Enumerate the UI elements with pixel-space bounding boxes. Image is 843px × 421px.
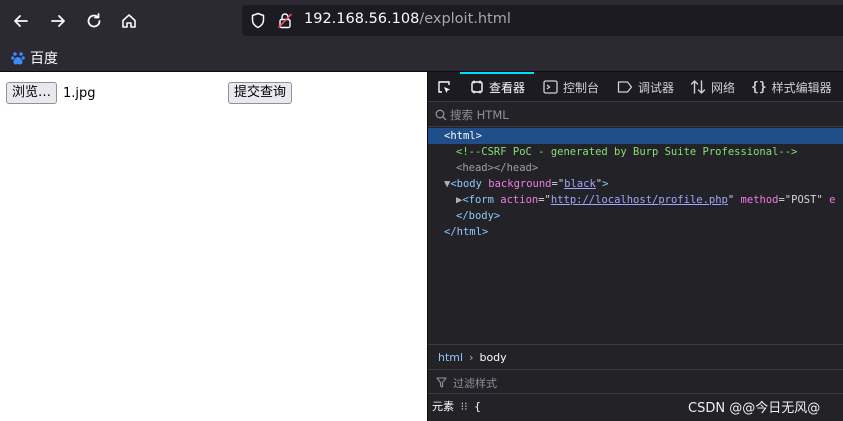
tab-style-editor[interactable]: {} 样式编辑器 [751, 72, 832, 102]
watermark: CSDN @@今日无风@ [688, 401, 821, 416]
tab-console[interactable]: 控制台 [543, 72, 599, 102]
rule-label: 元素 [432, 400, 454, 413]
breadcrumb: html › body [428, 344, 843, 370]
element-rule: 元素 ⁝⁝ { [432, 398, 481, 414]
console-icon [543, 80, 558, 94]
reload-button[interactable] [82, 9, 106, 33]
shield-icon[interactable] [250, 12, 266, 29]
devtools-panel: 查看器 控制台 调试器 网络 {} 样式编辑器 搜索 HTML <html> <… [427, 72, 843, 421]
rule-brace: { [474, 400, 481, 413]
filter-styles-input[interactable]: 过滤样式 [428, 372, 843, 394]
selected-file-name: 1.jpg [63, 86, 96, 101]
home-button[interactable] [117, 9, 141, 33]
browse-file-button[interactable]: 浏览… [6, 82, 58, 104]
bookmarks-bar: 百度 [0, 42, 843, 72]
tab-inspector[interactable]: 查看器 [470, 72, 525, 102]
tab-label: 网络 [711, 80, 736, 95]
breadcrumb-item-html[interactable]: html [438, 351, 463, 364]
bookmark-label: 百度 [30, 51, 58, 67]
baidu-paw-icon [10, 50, 26, 66]
tab-debugger[interactable]: 调试器 [617, 72, 674, 102]
back-button[interactable] [9, 9, 33, 33]
insecure-lock-icon[interactable] [277, 12, 293, 29]
url-host: 192.168.56.108 [304, 11, 420, 27]
url-path: /exploit.html [419, 11, 511, 27]
tree-node-html-close[interactable]: </html> [428, 224, 843, 240]
inspector-icon [471, 80, 483, 94]
url-bar[interactable]: 192.168.56.108/exploit.html [242, 5, 843, 36]
tree-node-html[interactable]: <html> [428, 128, 843, 144]
pick-element-button[interactable] [436, 72, 452, 102]
tab-label: 查看器 [489, 80, 526, 95]
tree-node-form[interactable]: ▶<form action="http://localhost/profile.… [428, 192, 843, 208]
tab-label: 调试器 [638, 80, 675, 95]
browser-toolbar: 192.168.56.108/exploit.html [0, 0, 843, 42]
submit-query-button[interactable]: 提交查询 [228, 82, 293, 104]
tree-node-head[interactable]: <head></head> [428, 160, 843, 176]
search-icon [435, 109, 447, 121]
forward-button[interactable] [46, 9, 70, 33]
chevron-right-icon: › [469, 350, 474, 364]
style-editor-icon: {} [751, 79, 767, 95]
tree-node-comment[interactable]: <!--CSRF PoC - generated by Burp Suite P… [428, 144, 843, 160]
home-icon [122, 14, 136, 28]
reload-icon [87, 13, 101, 28]
breadcrumb-item-body[interactable]: body [479, 351, 506, 364]
arrow-right-icon [51, 15, 65, 27]
grid-dots-icon[interactable]: ⁝⁝ [461, 400, 468, 413]
url-text[interactable]: 192.168.56.108/exploit.html [304, 11, 511, 27]
search-placeholder: 搜索 HTML [450, 108, 509, 122]
html-search[interactable]: 搜索 HTML [428, 103, 843, 127]
pick-element-icon [438, 81, 450, 93]
filter-placeholder: 过滤样式 [453, 376, 497, 390]
page-content: 浏览… 1.jpg 提交查询 [0, 72, 427, 421]
debugger-icon [617, 81, 633, 93]
filter-icon [436, 377, 447, 388]
devtools-tabbar: 查看器 控制台 调试器 网络 {} 样式编辑器 [428, 72, 843, 102]
arrow-left-icon [14, 15, 28, 27]
network-icon [690, 80, 706, 94]
tab-label: 控制台 [563, 80, 600, 95]
tab-label: 样式编辑器 [771, 80, 832, 95]
tree-node-body-close[interactable]: </body> [428, 208, 843, 224]
tree-node-body[interactable]: ▼<body background="black"> [428, 176, 843, 192]
tab-network[interactable]: 网络 [690, 72, 735, 102]
bookmark-baidu[interactable]: 百度 [10, 48, 58, 68]
